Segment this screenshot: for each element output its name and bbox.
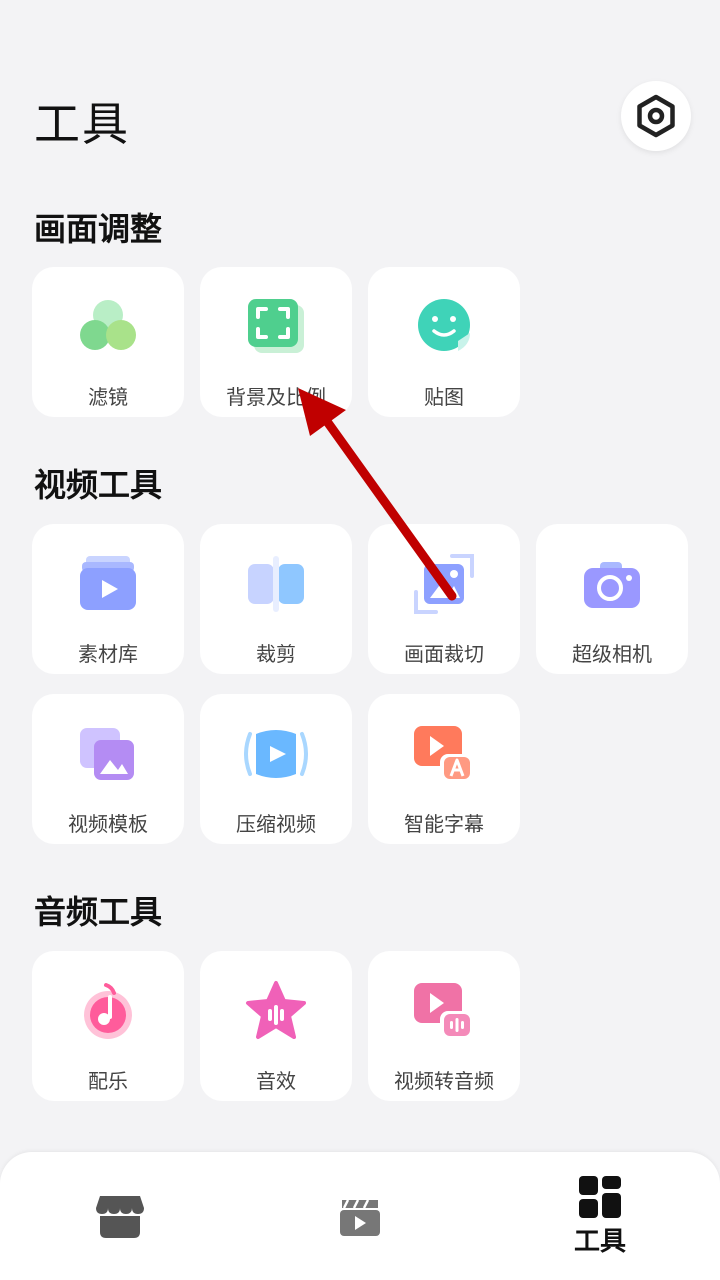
tool-label: 配乐 (88, 1069, 128, 1093)
settings-button[interactable] (621, 81, 691, 151)
tool-music[interactable]: 配乐 (32, 951, 184, 1101)
tool-trim[interactable]: 裁剪 (200, 524, 352, 674)
store-icon (96, 1196, 144, 1238)
section-title-picture: 画面调整 (34, 210, 163, 248)
nav-tools-label: 工具 (573, 1226, 626, 1257)
frame-expand-icon (248, 299, 304, 353)
compress-video-icon (244, 730, 308, 778)
tool-label: 滤镜 (88, 385, 128, 409)
video-clip-icon (340, 1199, 380, 1236)
tool-label: 压缩视频 (236, 812, 316, 836)
hexagon-settings-icon (637, 94, 675, 138)
tool-label: 视频转音频 (394, 1069, 494, 1093)
section-title-audio: 音频工具 (34, 893, 163, 931)
camera-icon (584, 562, 640, 608)
star-sound-icon (246, 981, 306, 1039)
tool-video-to-audio[interactable]: 视频转音频 (368, 951, 520, 1101)
tool-material-library[interactable]: 素材库 (32, 524, 184, 674)
template-images-icon (80, 728, 134, 780)
tool-label: 超级相机 (572, 642, 652, 666)
nav-store[interactable] (0, 1152, 240, 1280)
tool-smart-subtitle[interactable]: 智能字幕 (368, 694, 520, 844)
video-to-audio-icon (414, 983, 472, 1039)
nav-video-edit[interactable] (240, 1152, 480, 1280)
section-title-video: 视频工具 (34, 466, 163, 504)
bottom-nav: 工具 (0, 1152, 720, 1280)
trim-split-icon (248, 556, 304, 612)
tool-sticker[interactable]: 贴图 (368, 267, 520, 417)
tool-label: 贴图 (424, 385, 464, 409)
tool-video-template[interactable]: 视频模板 (32, 694, 184, 844)
media-library-icon (80, 556, 136, 610)
filter-icon (80, 300, 136, 350)
tool-label: 画面裁切 (404, 642, 484, 666)
tool-label: 音效 (256, 1069, 296, 1093)
tool-sound-effect[interactable]: 音效 (200, 951, 352, 1101)
page-title: 工具 (34, 97, 130, 151)
tool-label: 智能字幕 (404, 812, 484, 836)
subtitle-icon (414, 726, 472, 782)
tool-crop[interactable]: 画面裁切 (368, 524, 520, 674)
tool-label: 素材库 (78, 642, 138, 666)
tool-label: 背景及比例 (226, 385, 326, 409)
smiley-sticker-icon (418, 299, 470, 351)
tool-filter[interactable]: 滤镜 (32, 267, 184, 417)
tool-label: 视频模板 (68, 812, 148, 836)
tool-super-camera[interactable]: 超级相机 (536, 524, 688, 674)
tool-background-ratio[interactable]: 背景及比例 (200, 267, 352, 417)
music-note-icon (84, 983, 132, 1039)
tool-compress-video[interactable]: 压缩视频 (200, 694, 352, 844)
tool-label: 裁剪 (256, 642, 296, 666)
tools-grid-icon (579, 1175, 621, 1218)
nav-tools[interactable]: 工具 (480, 1152, 720, 1280)
crop-image-icon (414, 554, 474, 614)
